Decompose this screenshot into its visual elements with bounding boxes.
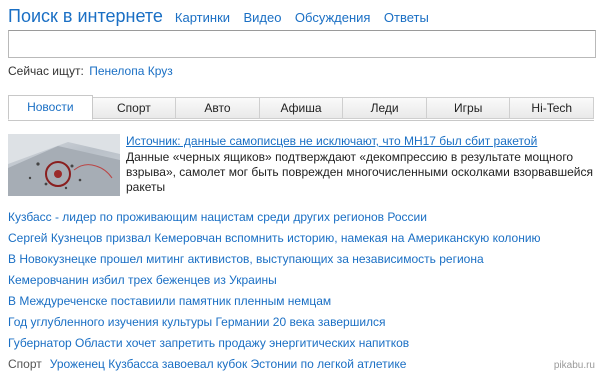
now-searching: Сейчас ищут: Пенелопа Круз	[8, 64, 173, 78]
featured-news: Источник: данные самописцев не исключают…	[8, 134, 596, 198]
list-item: В Новокузнецке прошел митинг активистов,…	[8, 249, 596, 270]
tab-ladies[interactable]: Леди	[343, 97, 427, 119]
now-searching-label: Сейчас ищут:	[8, 64, 84, 78]
watermark: pikabu.ru	[553, 360, 595, 371]
news-category-label: Спорт	[8, 357, 42, 371]
news-link[interactable]: Губернатор Области хочет запретить прода…	[8, 336, 409, 350]
wreckage-image-icon	[8, 134, 120, 196]
tab-afisha[interactable]: Афиша	[259, 97, 344, 119]
nav-link-discussions[interactable]: Обсуждения	[295, 10, 371, 25]
list-item: Спорт Уроженец Кузбасса завоевал кубок Эс…	[8, 354, 596, 375]
featured-news-title[interactable]: Источник: данные самописцев не исключают…	[126, 134, 537, 148]
tab-games[interactable]: Игры	[426, 97, 511, 119]
tab-sport[interactable]: Спорт	[92, 97, 177, 119]
news-link[interactable]: В Междуреченске поставиили памятник плен…	[8, 294, 331, 308]
tab-hitech[interactable]: Hi-Tech	[510, 97, 595, 119]
list-item: Сергей Кузнецов призвал Кемеровчан вспом…	[8, 228, 596, 249]
search-input[interactable]	[8, 30, 596, 58]
featured-thumbnail[interactable]	[8, 134, 120, 196]
news-link[interactable]: Год углубленного изучения культуры Герма…	[8, 315, 386, 329]
news-link[interactable]: В Новокузнецке прошел митинг активистов,…	[8, 252, 484, 266]
page-title: Поиск в интернете	[8, 6, 163, 26]
news-tabs: Новости Спорт Авто Афиша Леди Игры Hi-Te…	[8, 95, 595, 121]
news-link[interactable]: Кузбасс - лидер по проживающим нацистам …	[8, 210, 427, 224]
header-nav: Картинки Видео Обсуждения Ответы	[175, 9, 438, 27]
list-item: Губернатор Области хочет запретить прода…	[8, 333, 596, 354]
list-item: В Междуреченске поставиили памятник плен…	[8, 291, 596, 312]
tab-auto[interactable]: Авто	[176, 97, 260, 119]
featured-news-description: Данные «черных ящиков» подтверждают «дек…	[126, 150, 593, 194]
news-link[interactable]: Уроженец Кузбасса завоевал кубок Эстонии…	[50, 357, 407, 371]
nav-link-answers[interactable]: Ответы	[384, 10, 429, 25]
news-link[interactable]: Сергей Кузнецов призвал Кемеровчан вспом…	[8, 231, 541, 245]
list-item: Кемеровчанин избил трех беженцев из Укра…	[8, 270, 596, 291]
tab-news[interactable]: Новости	[8, 95, 93, 120]
header: Поиск в интернете Картинки Видео Обсужде…	[8, 6, 438, 30]
news-link[interactable]: Кемеровчанин избил трех беженцев из Укра…	[8, 273, 277, 287]
news-list: Кузбасс - лидер по проживающим нацистам …	[8, 207, 596, 375]
list-item: Год углубленного изучения культуры Герма…	[8, 312, 596, 333]
nav-link-video[interactable]: Видео	[243, 10, 281, 25]
list-item: Кузбасс - лидер по проживающим нацистам …	[8, 207, 596, 228]
now-searching-query-link[interactable]: Пенелопа Круз	[89, 64, 173, 78]
nav-link-images[interactable]: Картинки	[175, 10, 230, 25]
